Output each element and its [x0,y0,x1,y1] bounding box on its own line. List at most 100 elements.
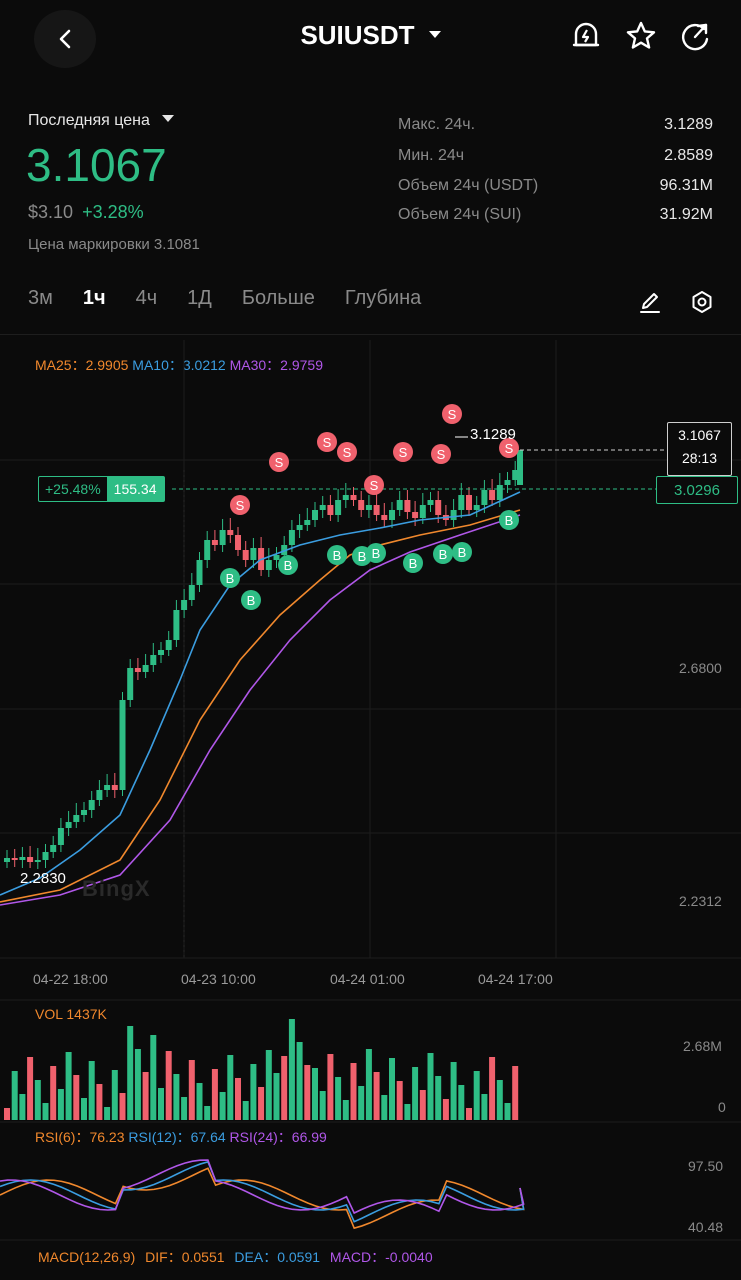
volume-bar [365,1049,372,1120]
volume-bar [304,1065,311,1120]
sell-marker-label: S [505,441,514,456]
rsi12-value: RSI(12)：67.64 [128,1129,226,1145]
candle-body [312,510,318,520]
rsi-axis-label: 40.48 [688,1219,724,1235]
volume-bar [412,1067,419,1120]
volume-bar [165,1051,172,1120]
candle-body [81,810,87,815]
volume-bar [250,1064,257,1120]
candlestick-chart[interactable]: SSSSSS SSSBBBB B BBB BB [0,0,741,1280]
candle-body [427,500,434,505]
volume-bar [181,1097,188,1120]
candle-body [496,485,503,500]
volume-bar [57,1089,64,1120]
candle-body [327,505,334,515]
candle-body [127,668,134,700]
volume-bar [96,1084,103,1120]
volume-bar [404,1104,411,1120]
sell-marker-label: S [236,498,245,513]
rsi12-line [0,1160,525,1223]
volume-bar [442,1099,449,1120]
position-pnl: +25.48% [45,481,101,497]
volume-bar [34,1080,41,1120]
volume-bar [489,1057,496,1120]
volume-bar [111,1070,118,1120]
rsi-legend: RSI(6)：76.23 RSI(12)：67.64 RSI(24)：66.99 [35,1127,327,1147]
volume-bar [173,1074,180,1120]
candle-body [450,510,457,520]
candle-body [288,530,295,545]
volume-bar [104,1107,111,1120]
position-tag[interactable]: +25.48% 155.34 [38,476,165,502]
sell-marker-label: S [448,407,457,422]
candle-body [104,785,111,790]
macd-params: MACD(12,26,9) [38,1249,136,1265]
rsi6-value: RSI(6)：76.23 [35,1129,125,1145]
volume-bar [288,1019,295,1120]
volume-bar [319,1091,326,1120]
volume-bar [150,1035,157,1120]
candle-countdown: 28:13 [681,450,718,466]
volume-label: VOL 1437K [35,1006,107,1022]
volume-bar [50,1066,57,1120]
candle-body [350,495,357,500]
time-axis-label: 04-22 18:00 [33,971,108,987]
candle-body [517,450,523,485]
candle-body [265,560,272,570]
ma30-line [0,514,521,906]
candle-body [304,520,311,525]
volume-bar [435,1076,442,1120]
sell-marker-label: S [343,445,352,460]
buy-marker-label: B [284,558,293,573]
volume-bar [458,1085,465,1120]
candle-body [389,510,395,520]
volume-axis-label: 0 [718,1099,726,1115]
candle-body [42,852,49,860]
candle-body [335,500,342,515]
volume-bar [327,1054,334,1120]
volume-bar [473,1071,480,1120]
volume-bar [81,1098,87,1120]
volume-bar [4,1108,10,1120]
volume-bar [273,1073,280,1120]
volume-bar [504,1103,511,1120]
volume-bar [219,1092,226,1120]
buy-marker-label: B [409,556,418,571]
volume-bar [127,1026,134,1120]
volume-axis-label: 2.68M [683,1038,722,1054]
volume-bar [227,1055,234,1120]
bingx-watermark: BingX [82,876,151,901]
candle-body [458,495,465,510]
time-axis-label: 04-23 10:00 [181,971,256,987]
candle-body [34,860,41,862]
candle-body [4,858,10,862]
candle-body [142,665,149,672]
volume-bar [42,1103,49,1120]
current-price-value: 3.1067 [678,427,721,443]
volume-bar [512,1066,519,1120]
volume-bar [11,1071,18,1120]
candle-body [96,790,103,800]
volume-bar [235,1078,241,1120]
candle-body [211,540,218,545]
candle-body [150,655,157,665]
macd-legend: MACD(12,26,9) DIF：0.0551 DEA：0.0591 MACD… [38,1247,433,1267]
volume-bar [396,1081,403,1120]
volume-bar [242,1101,249,1120]
sell-marker-label: S [275,455,284,470]
sell-marker-label: S [370,478,379,493]
volume-bar [88,1061,95,1120]
volume-bar [358,1086,365,1120]
candle-body [250,548,257,560]
volume-bar [188,1060,195,1120]
candle-body [273,555,280,560]
candle-body [227,530,234,535]
volume-bar [335,1077,342,1120]
buy-marker-label: B [505,513,514,528]
time-axis-label: 04-24 01:00 [330,971,405,987]
volume-bar [196,1083,203,1120]
candle-body [504,480,511,485]
volume-bar [65,1052,72,1120]
rsi-axis-label: 97.50 [688,1158,724,1174]
low-marker-label: 2.2830 [20,870,66,887]
